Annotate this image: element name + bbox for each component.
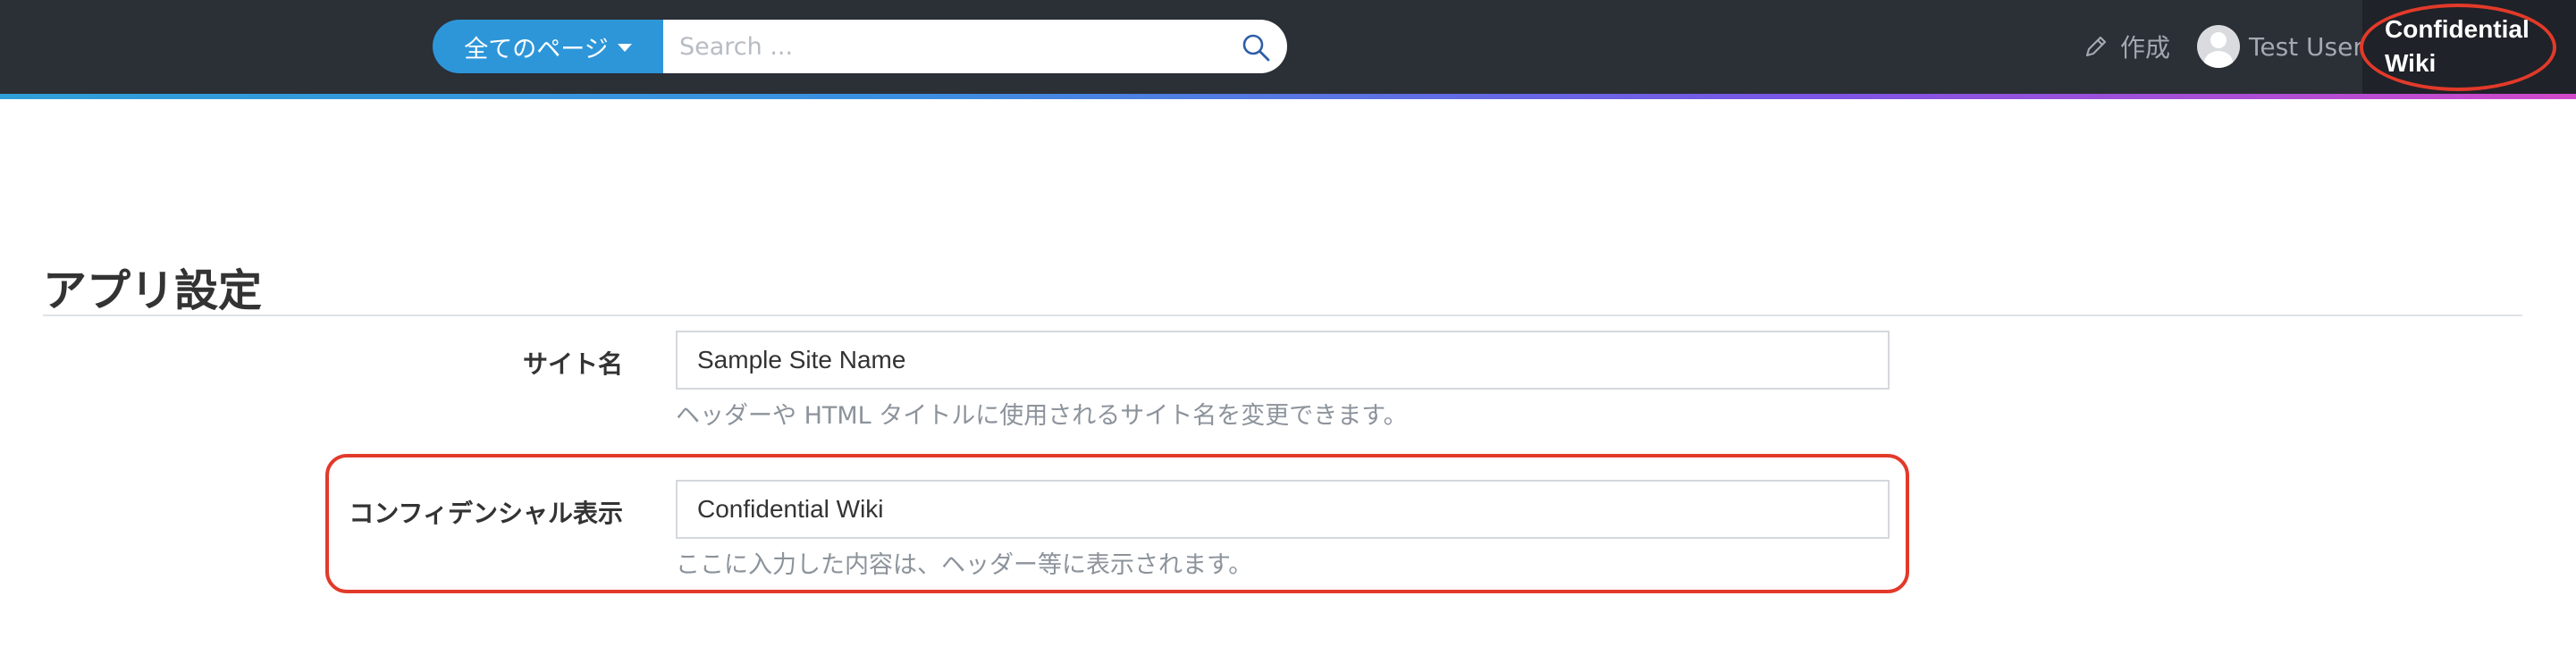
search-input[interactable]: [663, 20, 1287, 73]
search-scope-dropdown[interactable]: 全てのページ: [433, 20, 663, 73]
top-navbar: [0, 0, 2576, 94]
site-name-help: ヘッダーや HTML タイトルに使用されるサイト名を変更できます。: [676, 402, 1408, 430]
annotation-ellipse: [2360, 4, 2556, 91]
title-divider: [43, 315, 2522, 316]
annotation-highlight-box: [325, 454, 1909, 593]
caret-down-icon: [617, 43, 632, 52]
search-icon[interactable]: [1241, 32, 1271, 63]
user-menu[interactable]: Test User: [2197, 23, 2363, 70]
search-group: 全てのページ: [433, 20, 1287, 73]
site-name-label: サイト名: [522, 349, 623, 379]
page-title: アプリ設定: [43, 265, 263, 316]
create-label: 作成: [2120, 33, 2171, 63]
site-name-input[interactable]: [676, 331, 1890, 390]
pencil-icon: [2085, 36, 2107, 57]
search-input-wrapper: [663, 20, 1287, 73]
create-page-link[interactable]: 作成: [2083, 27, 2170, 66]
user-avatar-icon: [2197, 25, 2240, 68]
user-name: Test User: [2249, 31, 2363, 62]
search-scope-label: 全てのページ: [464, 35, 609, 63]
navbar-gradient-bar: [0, 94, 2576, 99]
